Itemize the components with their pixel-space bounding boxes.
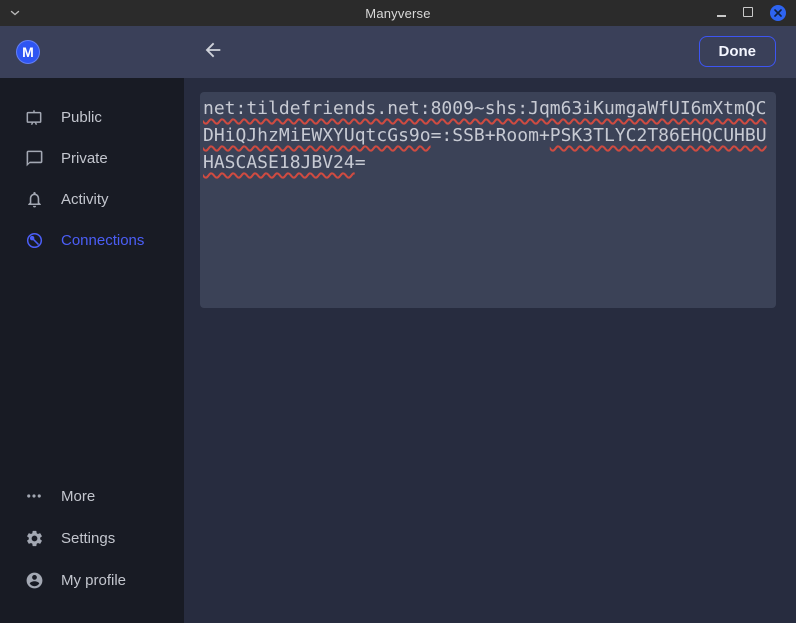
restore-icon [743,7,753,17]
minimize-button[interactable] [717,4,726,22]
sidebar-item-label: Public [61,109,102,126]
sidebar-item-public[interactable]: Public [0,97,184,138]
sidebar-item-label: Activity [61,191,109,208]
sidebar-item-label: Settings [61,530,115,547]
sidebar-item-more[interactable]: More [0,475,184,517]
chevron-down-icon [10,4,20,22]
minimize-icon [717,15,726,17]
app-logo: M [16,40,40,64]
sidebar-item-connections[interactable]: Connections [0,220,184,261]
gear-icon [24,528,44,548]
sidebar-item-label: Private [61,150,108,167]
app-header: M Done [0,26,796,78]
main-content: net:tildefriends.net:8009~shs:Jqm63iKumg… [184,78,796,623]
sidebar-item-label: Connections [61,232,144,249]
invite-code-segment: =:SSB+Room+ [431,125,550,146]
close-icon [774,4,782,22]
titlebar-menu-chevron[interactable] [10,0,20,26]
invite-code-segment: = [355,152,366,173]
invite-code-input[interactable]: net:tildefriends.net:8009~shs:Jqm63iKumg… [200,92,776,308]
restore-button[interactable] [743,4,753,22]
more-dots-icon [24,486,44,506]
sidebar-item-label: My profile [61,572,126,589]
close-button[interactable] [770,5,786,21]
window-title: Manyverse [365,6,430,21]
chat-bubble-icon [24,149,44,169]
window-controls [717,0,786,26]
bell-icon [24,190,44,210]
sidebar-item-settings[interactable]: Settings [0,517,184,559]
sidebar-item-private[interactable]: Private [0,138,184,179]
titlebar: Manyverse [0,0,796,26]
bulletin-board-icon [24,108,44,128]
sidebar-item-my-profile[interactable]: My profile [0,559,184,601]
sidebar-item-activity[interactable]: Activity [0,179,184,220]
back-button[interactable] [201,40,225,64]
profile-icon [24,570,44,590]
done-button[interactable]: Done [699,36,777,67]
sidebar: Public Private Activity Connections [0,78,184,623]
sidebar-item-label: More [61,488,95,505]
arrow-left-icon [202,39,224,66]
connections-icon [24,231,44,251]
